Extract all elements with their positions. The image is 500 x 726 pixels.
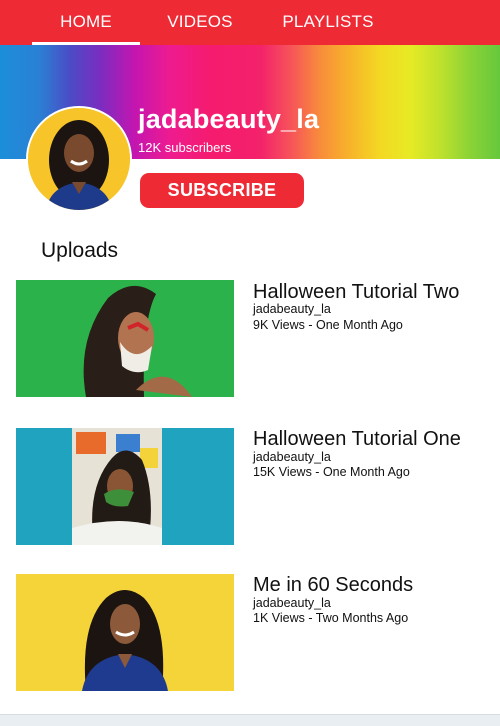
channel-avatar[interactable] (28, 108, 130, 210)
tab-videos[interactable]: VIDEOS (150, 0, 250, 45)
video-title[interactable]: Halloween Tutorial Two (253, 281, 459, 304)
video-meta: 1K Views - Two Months Ago (253, 611, 409, 625)
video-thumbnail[interactable] (16, 280, 234, 397)
uploads-heading: Uploads (41, 239, 119, 262)
video-thumbnail-image-icon (16, 574, 234, 691)
video-thumbnail[interactable] (16, 428, 234, 545)
video-thumbnail-image-icon (16, 428, 234, 545)
subscriber-count: 12K subscribers (138, 140, 232, 155)
video-title[interactable]: Halloween Tutorial One (253, 428, 461, 451)
video-thumbnail-image-icon (16, 280, 234, 397)
video-meta: 9K Views - One Month Ago (253, 318, 403, 332)
video-meta: 15K Views - One Month Ago (253, 465, 410, 479)
avatar-photo-icon (28, 108, 130, 210)
video-channel[interactable]: jadabeauty_la (253, 302, 331, 316)
tab-playlists[interactable]: PLAYLISTS (268, 0, 388, 45)
subscribe-button[interactable]: SUBSCRIBE (140, 173, 304, 208)
top-nav-bar: HOME VIDEOS PLAYLISTS (0, 0, 500, 45)
video-thumbnail[interactable] (16, 574, 234, 691)
video-title[interactable]: Me in 60 Seconds (253, 574, 413, 597)
video-channel[interactable]: jadabeauty_la (253, 596, 331, 610)
channel-name[interactable]: jadabeauty_la (138, 104, 319, 135)
tab-home[interactable]: HOME (32, 0, 140, 45)
video-channel[interactable]: jadabeauty_la (253, 450, 331, 464)
bottom-divider (0, 714, 500, 726)
